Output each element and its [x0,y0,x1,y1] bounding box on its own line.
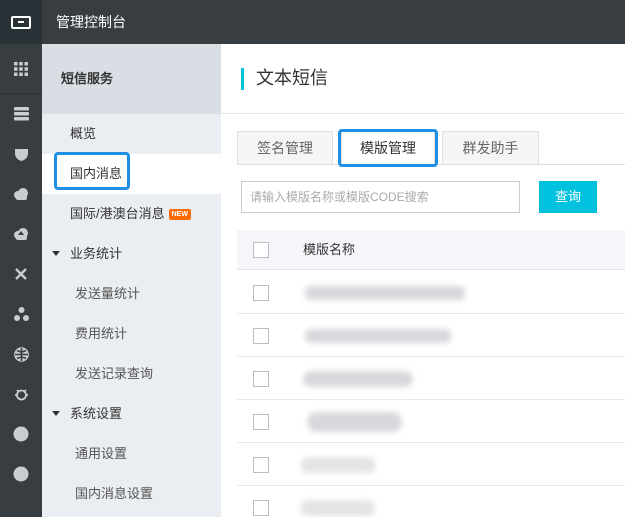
shield-icon[interactable] [0,134,42,174]
sidebar-item-general-settings[interactable]: 通用设置 [42,434,221,474]
table-row [237,314,625,357]
sms-service-sidebar: 短信服务 概览 国内消息 国际/港澳台消息 NEW 业务统计 发送量统计 费用统计… [42,44,221,517]
globe-icon[interactable] [0,334,42,374]
sidebar-item-label: 国内消息 [70,166,123,181]
main-content: 文本短信 签名管理 模版管理 群发助手 查询 模版名称 [221,44,625,517]
sidebar-item-international-messages[interactable]: 国际/港澳台消息 NEW [42,194,221,234]
product-icon-rail [0,44,42,517]
sidebar-item-label: 国际/港澳台消息 [70,206,165,221]
network-icon[interactable] [0,254,42,294]
redacted-template-name [301,500,375,516]
sidebar-item-overview[interactable]: 概览 [42,114,221,154]
circle-icon[interactable] [0,414,42,454]
row-checkbox[interactable] [253,457,269,473]
sidebar-item-label: 发送量统计 [75,286,141,301]
sidebar-item-label: 费用统计 [75,326,128,341]
row-checkbox[interactable] [253,328,269,344]
row-checkbox[interactable] [253,371,269,387]
console-logo[interactable] [0,0,42,44]
sidebar-item-send-records[interactable]: 发送记录查询 [42,354,221,394]
table-row [237,271,625,314]
table-row [237,400,625,443]
tab-label: 群发助手 [462,140,519,156]
grid-icon[interactable] [0,49,42,89]
tab-template-management[interactable]: 模版管理 [341,131,435,165]
redacted-template-name [303,371,413,387]
circle-icon[interactable] [0,454,42,494]
table-row [237,357,625,400]
table-row [237,443,625,486]
sidebar-group-label: 业务统计 [70,246,123,261]
new-badge: NEW [168,209,191,220]
template-search-input[interactable] [241,181,520,213]
sidebar-item-send-volume-stats[interactable]: 发送量统计 [42,274,221,314]
select-all-checkbox[interactable] [253,242,269,258]
bug-icon[interactable] [0,374,42,414]
sidebar-item-label: 发送记录查询 [75,366,154,381]
cloud-icon[interactable] [0,174,42,214]
database-icon[interactable] [0,94,42,134]
row-checkbox[interactable] [253,285,269,301]
page-title: 文本短信 [256,68,328,88]
sidebar-item-label: 国内消息设置 [75,486,154,501]
row-checkbox[interactable] [253,414,269,430]
redacted-template-name [307,412,402,432]
tab-label: 模版管理 [360,140,416,156]
top-bar: 管理控制台 [0,0,625,44]
page-header: 文本短信 [221,44,625,114]
sidebar-header: 短信服务 [42,44,221,114]
redacted-template-name [301,457,375,473]
sidebar-item-label: 通用设置 [75,446,128,461]
cloud-upload-icon[interactable] [0,214,42,254]
redacted-template-name [305,329,451,343]
row-checkbox[interactable] [253,500,269,516]
table-header: 模版名称 [237,230,625,270]
column-header-template-name: 模版名称 [303,242,356,257]
query-button[interactable]: 查询 [539,181,597,213]
sidebar-item-domestic-messages[interactable]: 国内消息 [42,154,221,194]
sidebar-group-business-stats[interactable]: 业务统计 [42,234,221,274]
logo-icon [11,15,31,29]
sidebar-group-system-settings[interactable]: 系统设置 [42,394,221,434]
sidebar-item-domestic-settings[interactable]: 国内消息设置 [42,474,221,514]
sidebar-item-cost-stats[interactable]: 费用统计 [42,314,221,354]
table-row [237,486,625,517]
tab-label: 签名管理 [257,140,313,156]
redacted-template-name [305,286,465,300]
sidebar-item-label: 概览 [70,126,97,141]
cluster-icon[interactable] [0,294,42,334]
sidebar-group-label: 系统设置 [70,406,123,421]
tab-bulk-send-assistant[interactable]: 群发助手 [442,131,539,165]
tab-signature-management[interactable]: 签名管理 [237,131,333,165]
title-accent-bar [241,68,244,90]
caret-down-icon [52,251,60,256]
app-title[interactable]: 管理控制台 [56,0,126,44]
caret-down-icon [52,411,60,416]
